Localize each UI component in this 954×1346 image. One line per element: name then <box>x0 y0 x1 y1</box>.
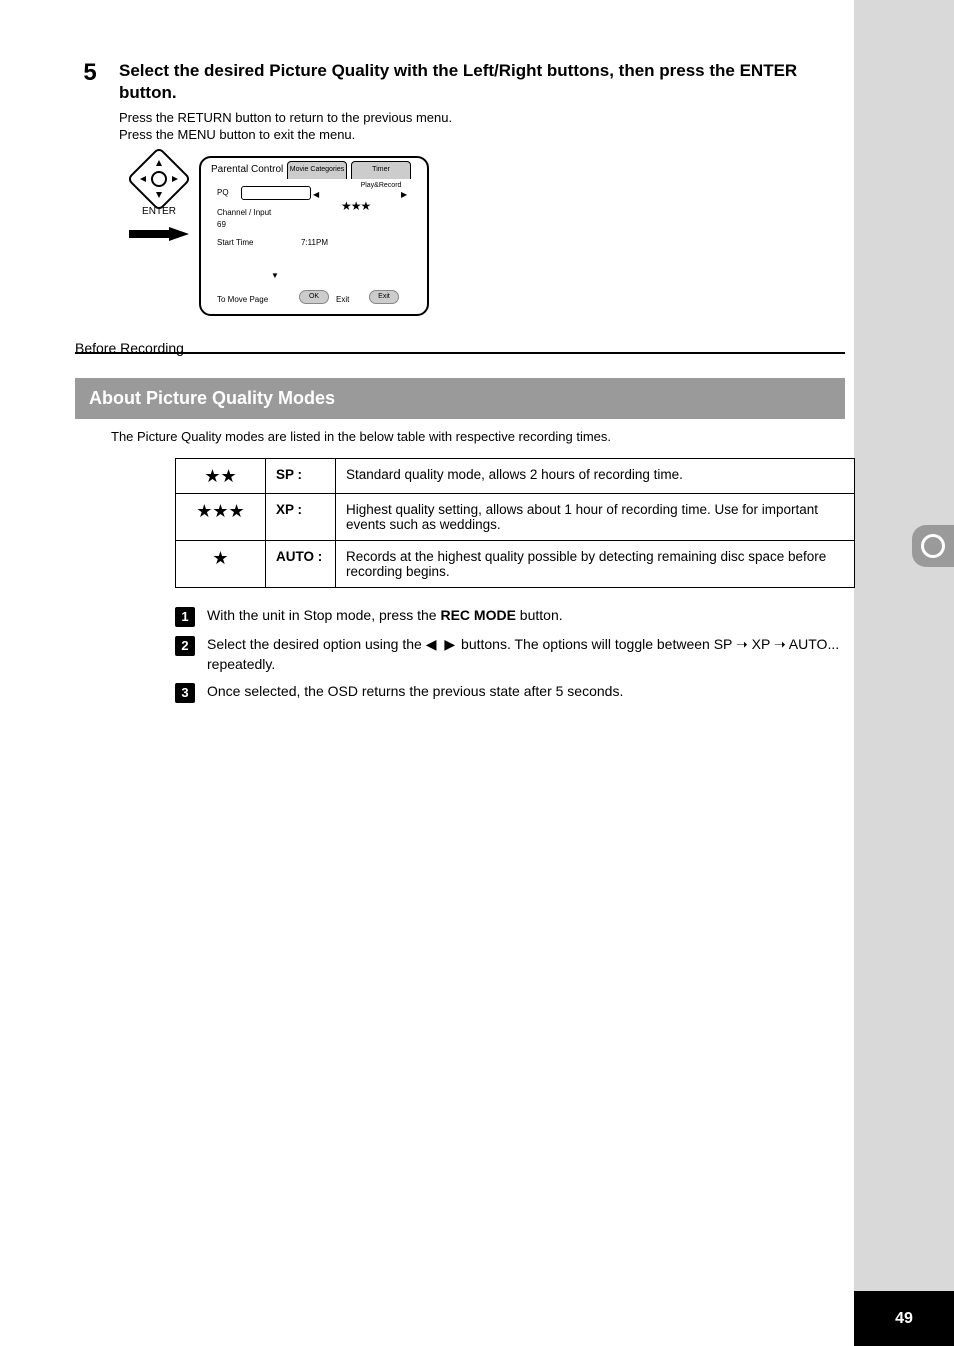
table-row: ★★ SP : Standard quality mode, allows 2 … <box>176 458 855 493</box>
left-right-triangles-icon: ◀ ▶ <box>426 636 457 652</box>
osd-exit-button[interactable]: Exit <box>369 290 399 304</box>
step-body: Select the desired Picture Quality with … <box>119 60 845 316</box>
section-sub: The Picture Quality modes are listed in … <box>111 429 845 444</box>
step-title: Select the desired Picture Quality with … <box>119 60 845 104</box>
step-text: Select the desired option using the ◀ ▶ … <box>207 635 855 674</box>
text-a: With the unit in Stop mode, press the <box>207 607 440 623</box>
section-heading: About Picture Quality Modes <box>75 378 845 419</box>
step-desc-1: Press the RETURN button to return to the… <box>119 110 845 127</box>
step-badge: 2 <box>175 636 195 656</box>
numbered-steps: 1 With the unit in Stop mode, press the … <box>175 606 855 703</box>
remote-icon: ENTER <box>129 156 189 244</box>
osd-title: Parental Control <box>211 164 283 175</box>
step-badge: 3 <box>175 683 195 703</box>
step-text: Once selected, the OSD returns the previ… <box>207 682 855 702</box>
osd-tab-1: Movie Categories <box>287 161 347 179</box>
osd-pq-field <box>241 186 311 200</box>
table-row: ★ AUTO : Records at the highest quality … <box>176 540 855 587</box>
osd-row-pq-label: PQ <box>217 188 229 197</box>
triangle-down-icon: ▼ <box>271 271 279 280</box>
osd-row-time: 7:11PM <box>301 238 328 247</box>
figure: ENTER Parental Control Movie Categories … <box>129 156 845 316</box>
mode-desc: Records at the highest quality possible … <box>336 540 855 587</box>
mode-stars: ★★★ <box>176 493 266 540</box>
osd-screen: Parental Control Movie Categories Timer … <box>199 156 429 316</box>
osd-ok-button[interactable]: OK <box>299 290 329 304</box>
triangle-right-icon: ▶ <box>401 190 407 199</box>
osd-row-channel-val: 69 <box>217 220 226 229</box>
triangle-left-icon: ◀ <box>313 190 319 199</box>
dpad-icon <box>136 156 182 202</box>
arrow-right-icon <box>129 227 189 241</box>
content: 5 Select the desired Picture Quality wit… <box>75 60 845 711</box>
step-5: 5 Select the desired Picture Quality wit… <box>75 60 845 316</box>
osd-footer-right: Exit <box>336 295 349 304</box>
section-divider: Before Recording <box>75 352 845 354</box>
mode-desc: Highest quality setting, allows about 1 … <box>336 493 855 540</box>
text-a: Once selected, the OSD returns the previ… <box>207 683 623 699</box>
table-row: ★★★ XP : Highest quality setting, allows… <box>176 493 855 540</box>
step-desc-2: Press the MENU button to exit the menu. <box>119 127 845 144</box>
step-number: 5 <box>75 60 105 86</box>
step-text: With the unit in Stop mode, press the RE… <box>207 606 855 626</box>
sidebar: 49 <box>854 0 954 1346</box>
text-bold: REC MODE <box>440 607 515 623</box>
osd-stars: ★★★ <box>341 199 370 213</box>
list-item: 1 With the unit in Stop mode, press the … <box>175 606 855 627</box>
osd-row-start: Start Time <box>217 238 253 247</box>
osd-footer-left: To Move Page <box>217 295 268 304</box>
text-b: button. <box>516 607 563 623</box>
page-root: 49 5 Select the desired Picture Quality … <box>0 0 954 1346</box>
mode-desc: Standard quality mode, allows 2 hours of… <box>336 458 855 493</box>
osd-row-channel: Channel / Input <box>217 208 271 217</box>
list-item: 2 Select the desired option using the ◀ … <box>175 635 855 674</box>
mode-label: AUTO : <box>266 540 336 587</box>
text-a: Select the desired option using the <box>207 636 426 652</box>
list-item: 3 Once selected, the OSD returns the pre… <box>175 682 855 703</box>
thumb-tab <box>912 525 954 567</box>
step-badge: 1 <box>175 607 195 627</box>
tab-hole-icon <box>921 534 945 558</box>
divider-label: Before Recording <box>75 340 194 356</box>
osd-tab-2: Timer Play&Record <box>351 161 411 179</box>
mode-stars: ★ <box>176 540 266 587</box>
mode-label: XP : <box>266 493 336 540</box>
page-number: 49 <box>854 1291 954 1346</box>
mode-label: SP : <box>266 458 336 493</box>
modes-table: ★★ SP : Standard quality mode, allows 2 … <box>175 458 855 588</box>
mode-stars: ★★ <box>176 458 266 493</box>
